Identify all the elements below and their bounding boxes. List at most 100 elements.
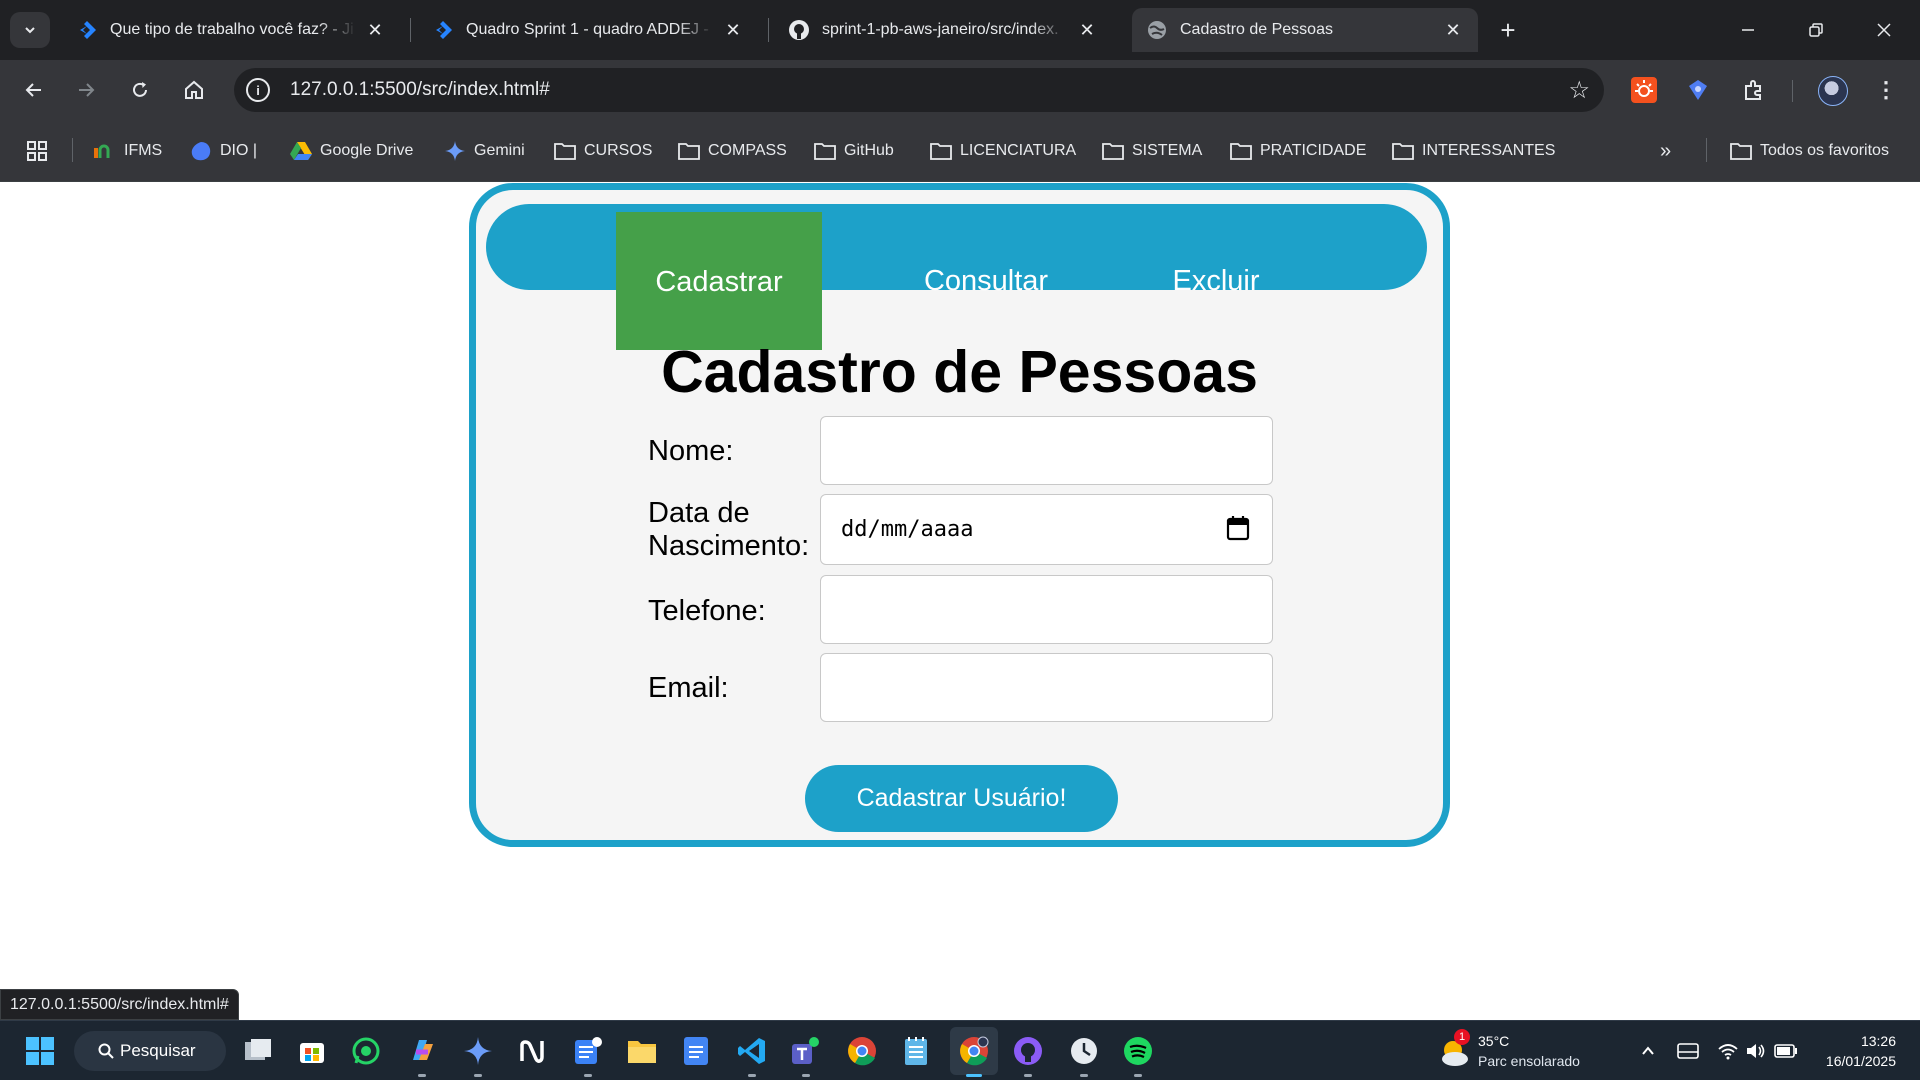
tab-jira-1[interactable]: Que tipo de trabalho você faz? - Ji ✕ <box>62 8 400 52</box>
bookmark-folder-praticidade[interactable]: PRATICIDADE <box>1230 138 1366 164</box>
tab-title: Quadro Sprint 1 - quadro ADDEJ - <box>466 21 709 38</box>
submit-button[interactable]: Cadastrar Usuário! <box>805 765 1118 832</box>
menu-button[interactable]: ⋮ <box>1866 70 1906 110</box>
extensions-puzzle-icon[interactable] <box>1740 76 1768 104</box>
telefone-input[interactable] <box>820 575 1273 644</box>
keyboard-layout-icon[interactable] <box>1676 1039 1700 1063</box>
wifi-icon[interactable] <box>1716 1039 1740 1063</box>
tab-jira-2[interactable]: Quadro Sprint 1 - quadro ADDEJ - ✕ <box>418 8 758 52</box>
home-button[interactable] <box>174 70 214 110</box>
reload-button[interactable] <box>120 70 160 110</box>
google-docs-icon[interactable] <box>680 1035 712 1067</box>
nav-label: Consultar <box>923 264 1049 297</box>
bookmark-folder-sistema[interactable]: SISTEMA <box>1102 138 1202 164</box>
bookmark-label: IFMS <box>124 142 163 159</box>
nav-excluir[interactable]: Excluir <box>1116 212 1316 350</box>
github-desktop-icon[interactable] <box>1012 1035 1044 1077</box>
status-bar-url: 127.0.0.1:5500/src/index.html# <box>0 989 239 1020</box>
chrome-profile-icon[interactable] <box>958 1035 990 1077</box>
date-placeholder: dd/mm/aaaa <box>841 517 974 542</box>
copilot-icon[interactable] <box>406 1035 438 1077</box>
start-button[interactable] <box>24 1035 56 1067</box>
calendar-icon[interactable] <box>1226 515 1250 541</box>
apps-button[interactable] <box>26 138 48 164</box>
vscode-icon[interactable] <box>736 1035 768 1077</box>
running-indicator <box>474 1074 482 1077</box>
google-drive-icon <box>290 140 312 162</box>
bookmark-folder-cursos[interactable]: CURSOS <box>554 138 652 164</box>
notepad-icon[interactable] <box>900 1035 932 1067</box>
bookmark-label: COMPASS <box>708 142 787 159</box>
bookmark-label: Todos os favoritos <box>1760 142 1889 159</box>
telefone-label: Telefone: <box>648 595 766 627</box>
site-info-icon[interactable]: i <box>246 78 270 102</box>
all-bookmarks-folder[interactable]: Todos os favoritos <box>1730 138 1889 164</box>
taskbar-clock[interactable]: 13:26 16/01/2025 <box>1826 1031 1896 1071</box>
nav-consultar[interactable]: Consultar <box>876 212 1096 350</box>
close-window-button[interactable] <box>1850 0 1918 60</box>
nav-label: Cadastrar <box>655 265 783 298</box>
volume-icon[interactable] <box>1744 1039 1768 1063</box>
search-icon <box>98 1043 114 1059</box>
bookmark-folder-licenciatura[interactable]: LICENCIATURA <box>930 138 1076 164</box>
teams-icon[interactable] <box>790 1035 822 1077</box>
bookmark-ifms[interactable]: IFMS <box>94 138 162 164</box>
address-bar[interactable]: i 127.0.0.1:5500/src/index.html# ☆ <box>234 68 1604 112</box>
clock-app-icon[interactable] <box>1068 1035 1100 1077</box>
close-icon[interactable]: ✕ <box>364 19 386 41</box>
file-explorer-icon[interactable] <box>626 1035 658 1067</box>
whatsapp-icon[interactable] <box>350 1035 382 1067</box>
store-icon[interactable] <box>296 1035 328 1067</box>
nome-input[interactable] <box>820 416 1273 485</box>
tab-divider <box>768 18 769 42</box>
bookmark-folder-interessantes[interactable]: INTERESSANTES <box>1392 138 1555 164</box>
extension-shield-icon[interactable] <box>1684 76 1712 104</box>
more-bookmarks-button[interactable]: » <box>1660 138 1671 164</box>
bookmark-google-drive[interactable]: Google Drive <box>290 138 413 164</box>
ifms-icon <box>94 140 116 162</box>
arrow-right-icon <box>79 83 95 97</box>
battery-icon[interactable] <box>1774 1039 1798 1063</box>
weather-desc: Parc ensolarado <box>1478 1053 1580 1069</box>
close-icon[interactable]: ✕ <box>1442 19 1464 41</box>
restore-button[interactable] <box>1782 0 1850 60</box>
nascimento-date-input[interactable]: dd/mm/aaaa <box>820 494 1273 565</box>
notion-icon[interactable] <box>516 1035 548 1067</box>
nav-cadastrar[interactable]: Cadastrar <box>616 212 822 350</box>
tab-search-button[interactable] <box>10 12 50 48</box>
chrome-icon[interactable] <box>846 1035 878 1067</box>
weather-widget[interactable]: 1 35°C Parc ensolarado <box>1438 1029 1598 1073</box>
extension-sun-icon[interactable] <box>1630 76 1658 104</box>
bookmark-folder-compass[interactable]: COMPASS <box>678 138 787 164</box>
form-card: Cadastrar Consultar Excluir Cadastro de … <box>469 183 1450 847</box>
double-chevron-icon: » <box>1660 139 1672 162</box>
weather-temp: 35°C <box>1478 1033 1510 1049</box>
bookmark-folder-github[interactable]: GitHub <box>814 138 894 164</box>
email-input[interactable] <box>820 653 1273 722</box>
profile-avatar[interactable] <box>1818 76 1848 106</box>
new-tab-button[interactable]: + <box>1492 14 1524 46</box>
spotify-icon[interactable] <box>1122 1035 1154 1077</box>
back-button[interactable] <box>14 70 54 110</box>
tab-github[interactable]: sprint-1-pb-aws-janeiro/src/index. ✕ <box>774 8 1112 52</box>
show-hidden-icons-button[interactable] <box>1636 1039 1660 1063</box>
minimize-button[interactable] <box>1714 0 1782 60</box>
forward-button[interactable] <box>66 70 106 110</box>
bookmark-gemini[interactable]: Gemini <box>444 138 525 164</box>
globe-icon <box>1146 19 1168 41</box>
jira-icon <box>432 19 454 41</box>
folder-icon <box>814 140 836 162</box>
news-app-icon[interactable] <box>572 1035 604 1077</box>
taskbar-search[interactable]: Pesquisar <box>74 1031 226 1071</box>
task-view-icon[interactable] <box>242 1035 274 1067</box>
close-icon[interactable]: ✕ <box>1076 19 1098 41</box>
gemini-app-icon[interactable] <box>462 1035 494 1077</box>
bookmark-star-icon[interactable]: ☆ <box>1568 76 1590 105</box>
tab-title: Cadastro de Pessoas <box>1180 21 1333 38</box>
close-icon[interactable]: ✕ <box>722 19 744 41</box>
clock-time: 13:26 <box>1860 1033 1896 1049</box>
tab-cadastro-active[interactable]: Cadastro de Pessoas ✕ <box>1132 8 1478 52</box>
bookmark-label: SISTEMA <box>1132 142 1203 159</box>
bookmark-dio[interactable]: DIO | <box>190 138 257 164</box>
bookmark-label: Google Drive <box>320 142 414 159</box>
